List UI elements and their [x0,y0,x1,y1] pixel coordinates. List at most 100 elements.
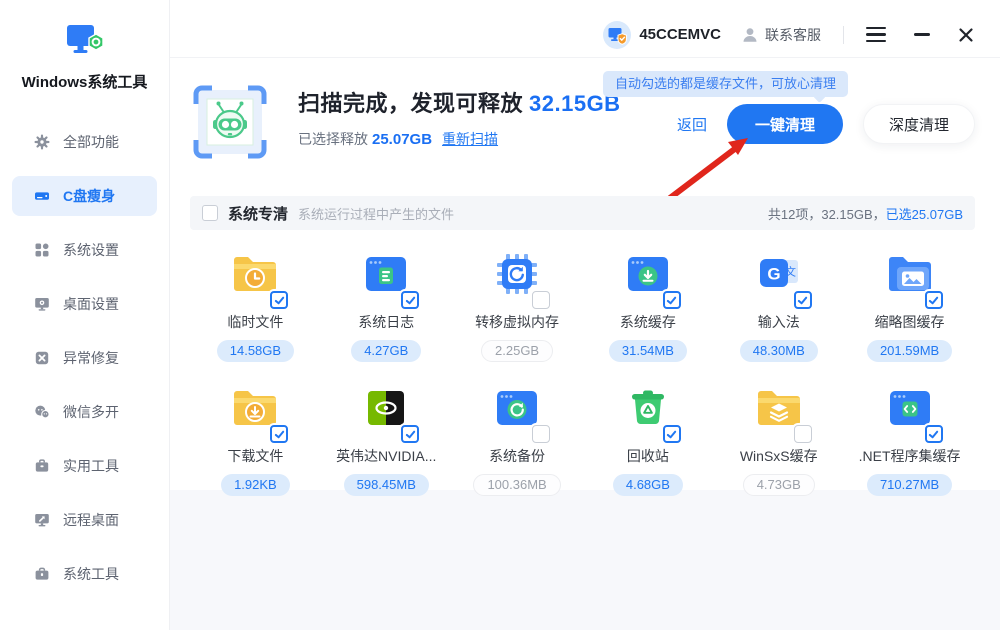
deep-clean-button[interactable]: 深度清理 [863,104,975,144]
cleanup-item-icon [753,248,805,300]
sidebar-item-desktop[interactable]: 桌面设置 [12,284,157,324]
sidebar-item-icon [34,188,50,204]
item-checkbox[interactable] [270,291,288,309]
cleanup-item[interactable]: 输入法 48.30MB [713,248,844,358]
back-button[interactable]: 返回 [677,114,707,135]
item-checkbox[interactable] [663,425,681,443]
item-checkbox[interactable] [794,291,812,309]
cleanup-item-size: 598.45MB [344,474,429,496]
cleanup-item-label: 转移虚拟内存 [475,312,559,332]
one-click-clean-button[interactable]: 一键清理 [727,104,843,144]
cleanup-item-icon [491,382,543,434]
cleanup-item-label: 系统日志 [358,312,414,332]
cleanup-item[interactable]: 系统日志 4.27GB [321,248,452,358]
cleanup-item[interactable]: 英伟达NVIDIA... 598.45MB [321,382,452,492]
sidebar-item-repair[interactable]: 异常修复 [12,338,157,378]
cleanup-item-icon [884,248,936,300]
window-controls [866,27,974,43]
cleanup-item-size: 4.73GB [743,474,815,496]
cleanup-item-size: 14.58GB [217,340,294,362]
cleanup-item[interactable]: WinSxS缓存 4.73GB [713,382,844,492]
sidebar-item-drive[interactable]: C盘瘦身 [12,176,157,216]
sidebar: Windows系统工具 全部功能 C盘瘦身 系统设置 桌面设置 异常修复 [0,0,170,630]
sidebar-item-toolbox[interactable]: 系统工具 [12,554,157,594]
contact-support[interactable]: 联系客服 [741,25,821,45]
titlebar-divider [843,26,844,44]
content: 扫描完成，发现可释放32.15GB 已选择释放25.07GB重新扫描 自动勾选的… [170,58,1000,630]
main-area: 45CCEMVC 联系客服 [170,0,1000,630]
cleanup-item-icon [360,248,412,300]
sidebar-item-icon [34,350,50,366]
cleanup-item-size: 201.59MB [867,340,952,362]
rescan-link[interactable]: 重新扫描 [442,131,498,147]
item-checkbox[interactable] [925,425,943,443]
sidebar-item-icon [34,296,50,312]
cleanup-item[interactable]: 临时文件 14.58GB [190,248,321,358]
app-logo: Windows系统工具 [0,0,169,92]
sidebar-item-label: 异常修复 [63,348,119,368]
sidebar-item-wechat[interactable]: 微信多开 [12,392,157,432]
cleanup-item-label: 回收站 [627,446,669,466]
cleanup-item-size: 48.30MB [740,340,818,362]
cleanup-item-label: 输入法 [758,312,800,332]
cleanup-item[interactable]: .NET程序集缓存 710.27MB [844,382,975,492]
sidebar-item-label: 系统设置 [63,240,119,260]
cleanup-item[interactable]: 转移虚拟内存 2.25GB [452,248,583,358]
sidebar-item-label: C盘瘦身 [63,186,115,206]
item-checkbox[interactable] [401,291,419,309]
account-id: 45CCEMVC [639,26,721,43]
sidebar-item-apps[interactable]: 系统设置 [12,230,157,270]
scan-headline: 扫描完成，发现可释放32.15GB [298,86,621,118]
close-icon[interactable] [958,27,974,43]
app-logo-icon [64,20,106,60]
account[interactable]: 45CCEMVC [603,21,721,49]
sidebar-item-remote[interactable]: 远程桌面 [12,500,157,540]
cleanup-item[interactable]: 系统备份 100.36MB [452,382,583,492]
minimize-icon[interactable] [914,33,930,36]
sidebar-item-utility[interactable]: 实用工具 [12,446,157,486]
cleanup-item-label: .NET程序集缓存 [859,446,961,466]
sidebar-item-icon [34,458,50,474]
sidebar-item-label: 桌面设置 [63,294,119,314]
menu-icon[interactable] [866,27,886,43]
sidebar-item-icon [34,404,50,420]
item-checkbox[interactable] [532,291,550,309]
sidebar-item-label: 微信多开 [63,402,119,422]
sidebar-item-icon [34,512,50,528]
sidebar-item-gear[interactable]: 全部功能 [12,122,157,162]
cleanup-item[interactable]: 缩略图缓存 201.59MB [844,248,975,358]
item-checkbox[interactable] [925,291,943,309]
titlebar: 45CCEMVC 联系客服 [170,0,1000,58]
item-checkbox[interactable] [401,425,419,443]
item-checkbox[interactable] [532,425,550,443]
content-background [170,490,1000,630]
sidebar-item-label: 全部功能 [63,132,119,152]
sidebar-menu: 全部功能 C盘瘦身 系统设置 桌面设置 异常修复 微信多开 实用 [0,122,169,594]
item-checkbox[interactable] [663,291,681,309]
sidebar-item-label: 远程桌面 [63,510,119,530]
app-title: Windows系统工具 [0,71,169,92]
cleanup-item-label: 缩略图缓存 [875,312,945,332]
cleanup-item-icon [884,382,936,434]
section-title: 系统专清 [228,203,288,224]
cleanup-item[interactable]: 下载文件 1.92KB [190,382,321,492]
section-header: 系统专清 系统运行过程中产生的文件 共12项，32.15GB，已选25.07GB [190,196,975,230]
cleanup-item-size: 1.92KB [221,474,290,496]
cleanup-item[interactable]: 系统缓存 31.54MB [582,248,713,358]
account-shield-icon [603,21,631,49]
selected-size-text: 已选25.07GB [886,207,963,222]
sidebar-item-label: 系统工具 [63,564,119,584]
item-checkbox[interactable] [794,425,812,443]
scan-summary: 扫描完成，发现可释放32.15GB 已选择释放25.07GB重新扫描 [298,86,621,149]
cleanup-item-icon [491,248,543,300]
item-checkbox[interactable] [270,425,288,443]
cleanup-item-label: 英伟达NVIDIA... [336,446,436,466]
cleanup-item[interactable]: 回收站 4.68GB [582,382,713,492]
cleanup-item-icon [753,382,805,434]
cleanup-item-label: 系统缓存 [620,312,676,332]
cleanup-item-size: 31.54MB [609,340,687,362]
section-subtitle: 系统运行过程中产生的文件 [298,204,454,223]
select-all-checkbox[interactable] [202,205,218,221]
sidebar-item-icon [34,566,50,582]
cleanup-item-size: 4.68GB [613,474,683,496]
